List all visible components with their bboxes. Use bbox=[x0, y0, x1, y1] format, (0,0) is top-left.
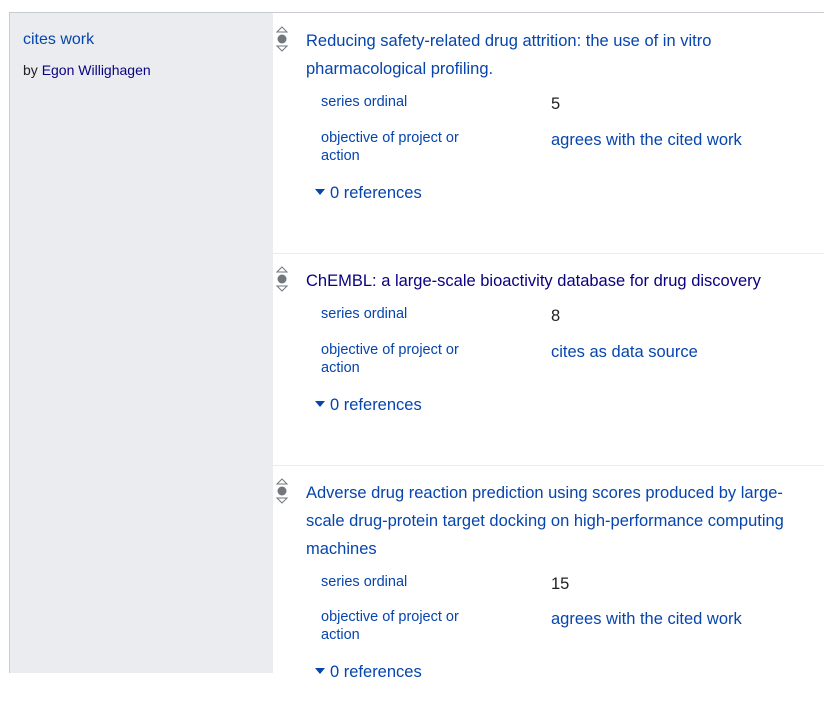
qualifier-property-link[interactable]: objective of project or action bbox=[321, 341, 491, 377]
expand-triangle-icon bbox=[315, 400, 325, 407]
qualifier-value: 15 bbox=[551, 575, 570, 593]
expand-triangle-icon bbox=[315, 188, 325, 195]
rank-selector-icon[interactable] bbox=[275, 26, 289, 52]
statement-value-link[interactable]: ChEMBL: a large-scale bioactivity databa… bbox=[306, 267, 824, 295]
references-label: 0 references bbox=[330, 184, 422, 202]
references-toggle[interactable]: 0 references bbox=[315, 662, 422, 682]
qualifier-value-link[interactable]: agrees with the cited work bbox=[551, 130, 824, 150]
statement: ChEMBL: a large-scale bioactivity databa… bbox=[273, 253, 824, 466]
statement: Adverse drug reaction prediction using s… bbox=[273, 465, 824, 705]
property-column: cites work by Egon Willighagen bbox=[10, 13, 273, 673]
statement: Reducing safety-related drug attrition: … bbox=[273, 13, 824, 254]
byline: by Egon Willighagen bbox=[23, 62, 151, 78]
statement-value-link[interactable]: Reducing safety-related drug attrition: … bbox=[306, 27, 816, 83]
qualifier-property-link[interactable]: series ordinal bbox=[321, 573, 491, 591]
qualifier-property-link[interactable]: series ordinal bbox=[321, 305, 491, 323]
qualifier-property-link[interactable]: series ordinal bbox=[321, 93, 491, 111]
property-label-link[interactable]: cites work bbox=[23, 31, 94, 49]
references-toggle[interactable]: 0 references bbox=[315, 395, 422, 415]
qualifier-value-link[interactable]: agrees with the cited work bbox=[551, 609, 824, 629]
rank-selector-icon[interactable] bbox=[275, 266, 289, 292]
references-toggle[interactable]: 0 references bbox=[315, 183, 422, 203]
statements-list: Reducing safety-related drug attrition: … bbox=[273, 13, 824, 681]
rank-selector-icon[interactable] bbox=[275, 478, 289, 504]
byline-prefix: by bbox=[23, 62, 38, 78]
qualifier-property-link[interactable]: objective of project or action bbox=[321, 608, 491, 644]
references-label: 0 references bbox=[330, 663, 422, 681]
qualifier-value: 5 bbox=[551, 95, 561, 113]
author-link[interactable]: Egon Willighagen bbox=[42, 62, 151, 78]
references-label: 0 references bbox=[330, 396, 422, 414]
qualifier-value-link[interactable]: cites as data source bbox=[551, 342, 824, 362]
statement-value-link[interactable]: Adverse drug reaction prediction using s… bbox=[306, 479, 816, 563]
qualifier-value: 8 bbox=[551, 307, 561, 325]
qualifier-property-link[interactable]: objective of project or action bbox=[321, 129, 491, 165]
statement-group-cites-work: cites work by Egon Willighagen Reducing … bbox=[9, 12, 824, 681]
